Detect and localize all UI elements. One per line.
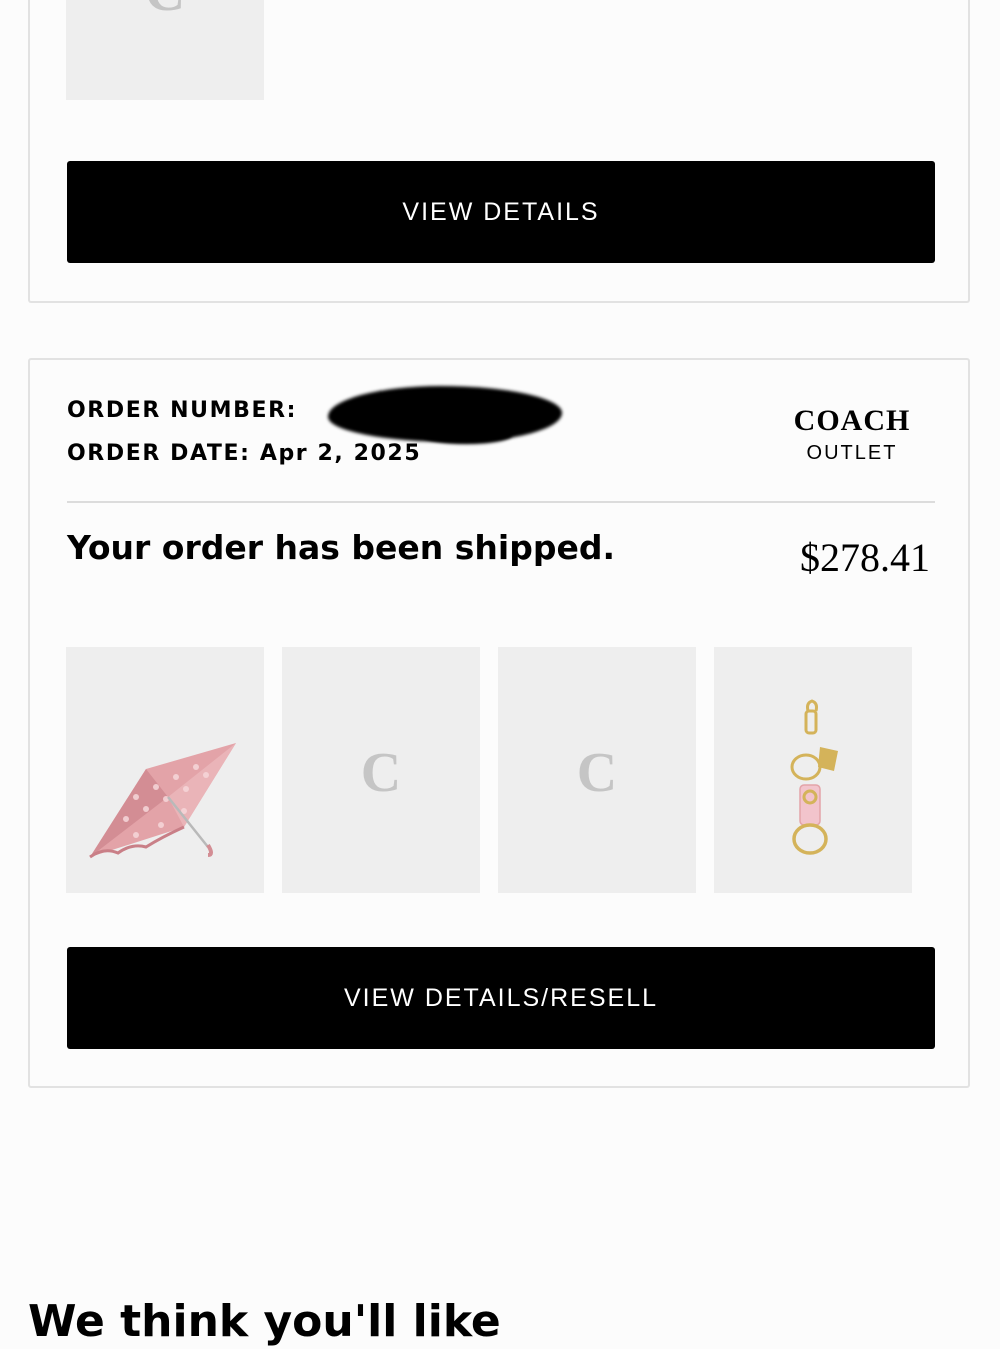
coach-c-placeholder-icon: C (66, 0, 264, 20)
order-date-value: Apr 2, 2025 (259, 441, 422, 466)
coach-c-placeholder-icon: C (360, 742, 402, 804)
brand-sub-label: OUTLET (806, 442, 898, 464)
divider (67, 501, 935, 503)
order-number-redaction (422, 426, 512, 444)
product-thumbnail[interactable]: C (282, 647, 480, 893)
pink-keychain-icon (790, 699, 838, 855)
recommendations-heading: We think you'll like (28, 1296, 501, 1347)
order-number-row: ORDER NUMBER: (67, 398, 297, 423)
product-thumbnail[interactable]: C (498, 647, 696, 893)
previous-order-card: C VIEW DETAILS (28, 0, 970, 303)
order-card: ORDER NUMBER: ORDER DATE: Apr 2, 2025 CO… (28, 358, 970, 1088)
brand-logo: COACH (793, 404, 911, 437)
view-details-button[interactable]: VIEW DETAILS (67, 161, 935, 263)
view-details-resell-button[interactable]: VIEW DETAILS/RESELL (67, 947, 935, 1049)
pink-umbrella-icon (89, 743, 236, 859)
order-status: Your order has been shipped. (67, 528, 615, 567)
coach-c-placeholder-icon: C (576, 742, 618, 804)
order-number-label: ORDER NUMBER: (67, 398, 298, 423)
product-thumbnail-keychain[interactable] (714, 647, 912, 893)
order-date-label: ORDER DATE: (67, 441, 251, 466)
product-thumbnail-umbrella[interactable] (66, 647, 264, 893)
product-thumbnail[interactable]: C (66, 0, 264, 100)
order-total: $278.41 (800, 535, 930, 580)
order-date-row: ORDER DATE: Apr 2, 2025 (67, 441, 421, 466)
